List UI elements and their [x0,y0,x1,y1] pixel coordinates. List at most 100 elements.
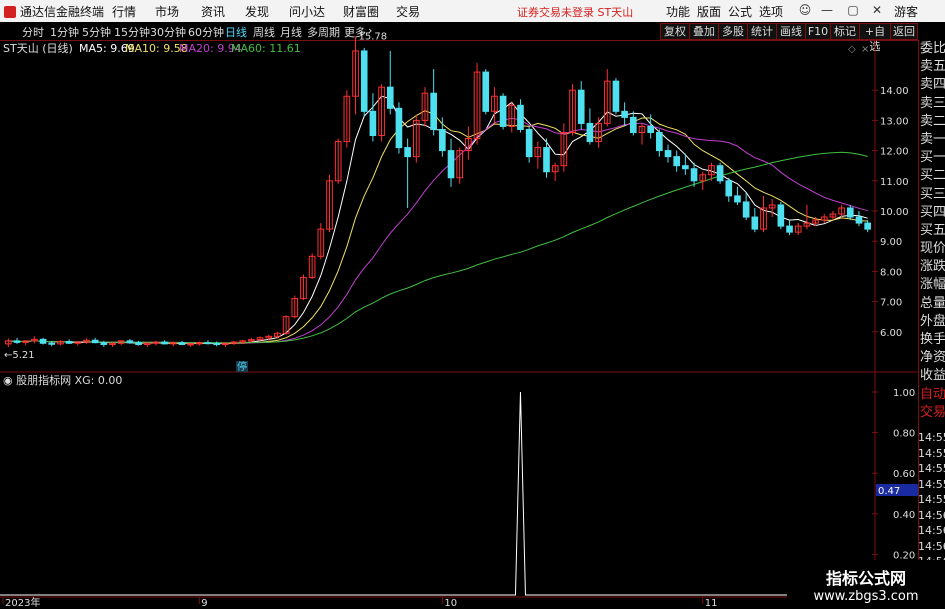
candle-body [91,339,99,344]
candle-body [751,216,759,230]
tick-time: 14:56 [918,524,945,537]
candle-body [855,216,863,224]
side-item: 买四 [920,204,945,220]
candle-body [430,92,437,130]
candle-body [577,89,585,124]
candle-body [369,110,377,136]
candlesticks [5,36,871,347]
time-tick-label: 10 [444,598,457,609]
candle-body [647,125,654,133]
side-item: 换手 [920,332,945,347]
ma10-line [8,110,868,345]
side-item: 卖四 [920,77,945,93]
indicator-tick-label: 0.60 [893,469,915,480]
signal-line [0,391,872,596]
candle-body [360,50,368,112]
candle-body [586,122,594,143]
candle-body [100,342,108,345]
time-tick-label: 2023年 [5,596,40,609]
candle-body [682,165,689,170]
side-item[interactable]: 自动 [919,386,945,404]
side-item: 卖一 [920,131,945,147]
price-axis: 14.00 13.00 12.00 11.00 10.00 9.00 8.00 7.00 6.0… [872,86,909,339]
candle-body [48,342,56,345]
side-item: 卖五 [920,59,945,75]
watermark-title: 指标公式网 [825,569,906,588]
candle-body [690,168,698,182]
chart-frame [0,40,918,598]
moving-averages [8,95,868,345]
candle-body [864,222,871,230]
candle-body [386,86,394,109]
side-item: 现价 [920,241,945,257]
price-tick-label: 13.00 [880,116,909,127]
price-tick-label: 7.00 [880,298,902,309]
candle-body [439,128,446,152]
side-item: 涨跌 [920,259,945,275]
tick-time: 14:55 [918,462,945,475]
indicator-tick-label: 1.00 [893,388,915,399]
side-item: 外盘 [920,313,945,329]
time-tick-label: 11 [705,598,718,609]
ma20-line [8,117,868,344]
candle-body [777,204,785,227]
side-item: 涨幅 [920,277,945,293]
high-label: 15.78 [359,31,388,42]
indicator-axis: 1.000.800.600.400.20 [872,388,915,561]
candle-body [629,116,637,133]
candle-body [39,338,47,344]
candle-body [673,156,681,167]
limit-tag: 停 [237,360,247,373]
side-item: 总量 [920,295,945,311]
candle-body [517,104,524,130]
price-tick-label: 8.00 [880,267,902,278]
candle-body [13,340,21,343]
price-tick-label: 14.00 [880,86,909,97]
side-item: 买三 [920,186,945,202]
candle-body [126,340,134,344]
candle-body [543,147,550,173]
candle-body [178,342,186,345]
tick-time: 14:55 [918,431,945,444]
side-item: 委比 [920,41,945,56]
candle-body [161,341,168,345]
ma60-line [8,151,868,344]
candle-body [65,340,73,344]
side-item: 买一 [920,150,945,166]
side-item[interactable]: 交易 [919,404,945,422]
candle-body [846,207,854,218]
indicator-label: ◉ 股朋指标网 XG: 0.00 [3,373,122,387]
side-item: 卖二 [920,113,945,129]
price-tick-label: 11.00 [880,177,909,188]
candle-body [204,342,212,345]
side-item: 收益 [920,368,945,384]
stock-label: ST天山 (日线) [3,41,73,55]
ma5-line [8,95,868,345]
candle-body [525,128,533,158]
price-tick-label: 6.00 [880,328,902,339]
candle-body [447,150,455,179]
candle-body [664,150,672,158]
candle-body [621,110,628,118]
diamond-icon[interactable]: ◇ [848,44,856,55]
tick-time: 14:56 [918,539,945,553]
chart-area[interactable]: ST天山 (日线) MA5: 9.69 MA10: 9.58 MA20: 9.9… [0,0,945,609]
candle-body [612,80,620,112]
price-tick-label: 9.00 [880,237,902,248]
tick-time: 14:55 [918,493,945,506]
candle-body [742,201,750,218]
candle-body [135,342,142,345]
xg-signal [0,391,872,596]
side-item: 买五 [920,222,945,238]
low-label: ←5.21 [4,350,35,361]
side-item: 买二 [920,168,945,184]
close-pane-icon[interactable]: × [861,44,869,55]
tick-time: 14:55 [918,446,945,460]
side-item: 净资 [920,350,945,366]
candle-body [499,95,507,127]
side-item: 卖三 [920,95,945,111]
candle-body [656,131,663,152]
candle-body [725,180,733,197]
candle-body [482,71,490,112]
watermark: 指标公式网 www.zbgs3.com [787,560,945,609]
